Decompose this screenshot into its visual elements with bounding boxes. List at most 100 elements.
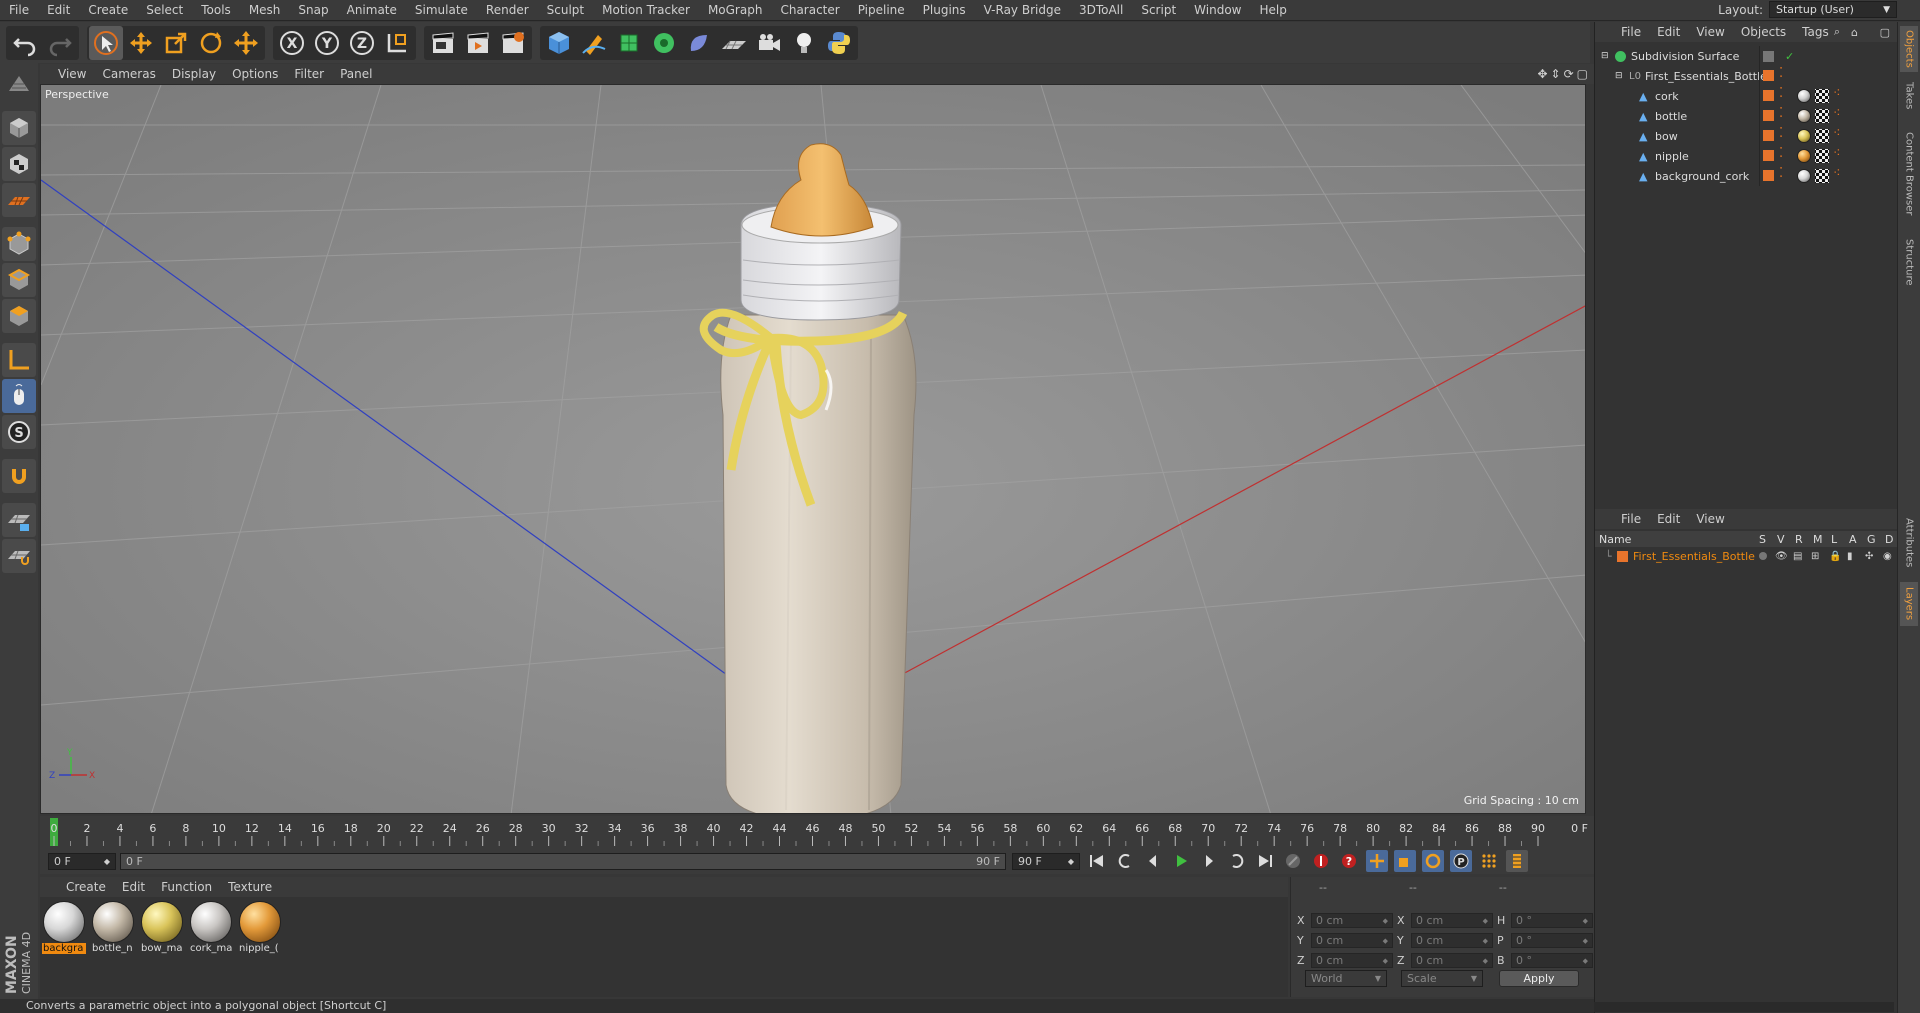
layer-color-icon[interactable] — [1763, 150, 1774, 161]
menu-select[interactable]: Select — [137, 3, 192, 17]
viewport-menu-options[interactable]: Options — [224, 67, 286, 81]
3d-viewport[interactable]: Y X Z Perspective Grid Spacing : 10 cm — [40, 84, 1586, 814]
animation-icon[interactable]: ▮ — [1847, 551, 1853, 562]
menu-help[interactable]: Help — [1250, 3, 1295, 17]
timeline-window-button[interactable] — [1506, 850, 1528, 872]
rotation-b-field[interactable]: 0 ° ◆ — [1511, 953, 1593, 968]
texture-tag-icon[interactable] — [1815, 149, 1829, 163]
solo-dot-icon[interactable] — [1759, 552, 1767, 560]
orbit-icon[interactable]: ⟳ — [1564, 67, 1574, 81]
key-parameter-button[interactable]: P — [1450, 850, 1472, 872]
phong-tag-icon[interactable]: ⁖ — [1833, 87, 1841, 100]
position-z-field[interactable]: 0 cm ◆ — [1311, 953, 1393, 968]
lock-icon[interactable]: 🔒 — [1829, 551, 1841, 562]
current-frame-readout[interactable]: 0 F — [1571, 822, 1588, 835]
record-disabled-button[interactable] — [1282, 850, 1304, 872]
material-tag-icon[interactable] — [1797, 149, 1811, 163]
scale-tool-button[interactable] — [159, 26, 193, 60]
light-button[interactable] — [787, 26, 821, 60]
menu-render[interactable]: Render — [477, 3, 538, 17]
layer-color-icon[interactable] — [1763, 110, 1774, 121]
layers-menu-view[interactable]: View — [1688, 512, 1732, 526]
material-swatch[interactable]: nipple_( — [238, 901, 282, 959]
tab-takes[interactable]: Takes — [1900, 78, 1918, 114]
viewport-menu-cameras[interactable]: Cameras — [94, 67, 163, 81]
material-swatch[interactable]: backgra — [42, 901, 86, 959]
object-row-bow[interactable]: ▲ bow ⁚ ⁖ — [1595, 126, 1898, 146]
next-frame-button[interactable] — [1198, 850, 1220, 872]
render-settings-button[interactable] — [496, 26, 530, 60]
tweak-mode-button[interactable] — [2, 379, 36, 413]
material-swatch[interactable]: bottle_n — [91, 901, 135, 959]
menu-3dtoall[interactable]: 3DToAll — [1070, 3, 1132, 17]
edit-toggle-icon[interactable] — [1763, 50, 1774, 62]
menu-snap[interactable]: Snap — [289, 3, 337, 17]
menu-window[interactable]: Window — [1185, 3, 1250, 17]
size-z-field[interactable]: 0 cm ◆ — [1411, 953, 1493, 968]
z-axis-lock-button[interactable]: Z — [345, 26, 379, 60]
tab-content-browser[interactable]: Content Browser — [1900, 120, 1918, 228]
deformer-button[interactable] — [682, 26, 716, 60]
objects-menu-objects[interactable]: Objects — [1733, 25, 1794, 39]
layer-color-icon[interactable] — [1763, 90, 1774, 101]
material-menu-create[interactable]: Create — [58, 880, 114, 894]
object-row-nipple[interactable]: ▲ nipple ⁚ ⁖ — [1595, 146, 1898, 166]
position-x-field[interactable]: 0 cm ◆ — [1311, 913, 1393, 928]
visibility-dots-icon[interactable]: ⁚ — [1779, 167, 1783, 180]
dolly-icon[interactable]: ⇕ — [1551, 67, 1561, 81]
texture-tag-icon[interactable] — [1815, 129, 1829, 143]
generator-icon[interactable]: ✣ — [1865, 551, 1873, 562]
material-tag-icon[interactable] — [1797, 169, 1811, 183]
collapse-icon[interactable]: ⊟ — [1601, 51, 1609, 61]
menu-mesh[interactable]: Mesh — [240, 3, 290, 17]
workplane-mode-button[interactable] — [2, 183, 36, 217]
object-row-first-essentials-bottle[interactable]: ⊟ L0 First_Essentials_Bottle ⁚ — [1595, 66, 1898, 86]
size-mode-dropdown[interactable]: Scale ▼ — [1401, 970, 1483, 987]
coordinate-mode-dropdown[interactable]: World ▼ — [1305, 970, 1387, 987]
coordinate-system-button[interactable] — [380, 26, 414, 60]
enabled-check-icon[interactable]: ✓ — [1785, 50, 1794, 63]
layer-color-icon[interactable] — [1763, 170, 1774, 181]
material-tag-icon[interactable] — [1797, 129, 1811, 143]
prev-keyframe-button[interactable] — [1114, 850, 1136, 872]
cube-button[interactable] — [542, 26, 576, 60]
go-to-end-button[interactable] — [1254, 850, 1276, 872]
make-editable-button[interactable] — [2, 67, 36, 101]
live-selection-button[interactable] — [89, 25, 123, 60]
start-frame-field[interactable]: 0 F ◆ — [48, 852, 116, 870]
render-view-button[interactable] — [426, 26, 460, 60]
rotation-h-field[interactable]: 0 ° ◆ — [1511, 913, 1593, 928]
menu-edit[interactable]: Edit — [38, 3, 79, 17]
material-swatch[interactable]: bow_ma — [140, 901, 184, 959]
menu-character[interactable]: Character — [771, 3, 848, 17]
menu-vray-bridge[interactable]: V-Ray Bridge — [975, 3, 1070, 17]
layer-name[interactable]: First_Essentials_Bottle — [1633, 550, 1755, 563]
move-tool-button[interactable] — [124, 26, 158, 60]
layer-color-icon[interactable] — [1763, 130, 1774, 141]
polygons-mode-button[interactable] — [2, 299, 36, 333]
recent-tool-button[interactable] — [229, 26, 263, 60]
menu-pipeline[interactable]: Pipeline — [849, 3, 914, 17]
menu-simulate[interactable]: Simulate — [406, 3, 477, 17]
y-axis-lock-button[interactable]: Y — [310, 26, 344, 60]
objects-menu-file[interactable]: File — [1613, 25, 1649, 39]
x-axis-lock-button[interactable]: X — [275, 26, 309, 60]
material-menu-texture[interactable]: Texture — [220, 880, 280, 894]
objects-menu-edit[interactable]: Edit — [1649, 25, 1688, 39]
layer-color-icon[interactable] — [1763, 70, 1774, 81]
axis-mode-button[interactable] — [2, 343, 36, 377]
viewport-menu-display[interactable]: Display — [164, 67, 224, 81]
manager-icon[interactable]: ⊞ — [1811, 551, 1819, 562]
position-y-field[interactable]: 0 cm ◆ — [1311, 933, 1393, 948]
tab-layers[interactable]: Layers — [1900, 582, 1918, 626]
texture-tag-icon[interactable] — [1815, 169, 1829, 183]
end-frame-field[interactable]: 90 F ◆ — [1012, 852, 1080, 870]
redo-button[interactable] — [43, 26, 77, 60]
snap-button[interactable] — [2, 459, 36, 493]
home-icon[interactable]: ⌂ — [1851, 26, 1858, 39]
undo-button[interactable] — [8, 26, 42, 60]
points-mode-button[interactable] — [2, 227, 36, 261]
tab-attributes[interactable]: Attributes — [1900, 510, 1918, 576]
edges-mode-button[interactable] — [2, 263, 36, 297]
objects-menu-view[interactable]: View — [1688, 25, 1732, 39]
